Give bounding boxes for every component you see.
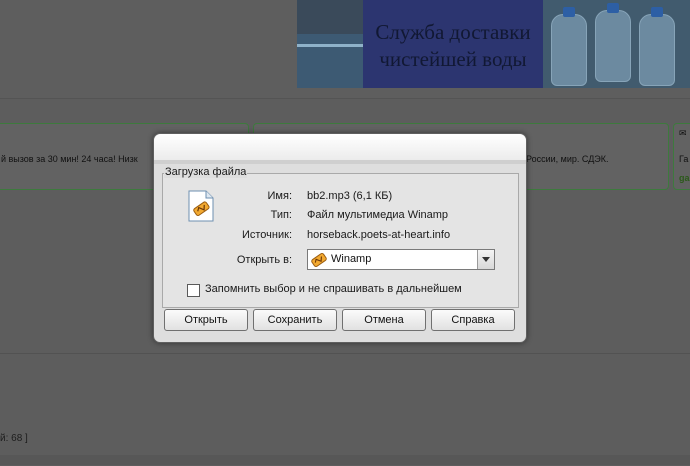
banner-text-box: Служба доставки чистейшей воды bbox=[363, 0, 543, 88]
ad-box-middle-text: России, мир. СДЭК. bbox=[526, 154, 609, 164]
file-type-label: Тип: bbox=[270, 209, 292, 221]
dialog-title: Загрузка файла bbox=[164, 166, 248, 178]
file-source-label: Источник: bbox=[241, 229, 292, 241]
file-source-value: horseback.poets-at-heart.info bbox=[307, 229, 451, 241]
page-footer-area bbox=[0, 353, 690, 466]
open-in-label: Открыть в: bbox=[236, 254, 292, 266]
winamp-icon bbox=[311, 252, 327, 268]
ad-box-left-text: й вызов за 30 мин! 24 часа! Низк bbox=[1, 154, 138, 164]
water-bottle-image bbox=[595, 3, 631, 82]
water-bottle-image bbox=[639, 7, 675, 86]
chevron-down-icon[interactable] bbox=[477, 250, 494, 269]
banner-line-2: чистейшей воды bbox=[379, 47, 527, 71]
ad-box-right-link[interactable]: ga bbox=[679, 173, 690, 183]
banner-water-image bbox=[297, 34, 367, 88]
water-delivery-banner[interactable]: Служба доставки чистейшей воды bbox=[297, 0, 690, 88]
file-name-value: bb2.mp3 (6,1 КБ) bbox=[307, 190, 393, 202]
dialog-title-stripe bbox=[154, 160, 526, 164]
remember-choice-label[interactable]: Запомнить выбор и не спрашивать в дальне… bbox=[205, 283, 462, 295]
open-button[interactable]: Открыть bbox=[164, 309, 248, 331]
page-counter-text: й: 68 ] bbox=[0, 433, 28, 444]
water-bottle-image bbox=[551, 7, 587, 86]
file-name-label: Имя: bbox=[267, 190, 292, 202]
open-in-select-value: Winamp bbox=[331, 253, 372, 265]
ad-box-right-text: Га bbox=[679, 154, 689, 164]
page-bottom-strip bbox=[0, 455, 690, 465]
banner-line-1: Служба доставки bbox=[375, 20, 531, 44]
ad-box-right[interactable]: ✉ Га ga bbox=[673, 123, 690, 190]
cancel-button[interactable]: Отмена bbox=[342, 309, 426, 331]
file-type-value: Файл мультимедиа Winamp bbox=[307, 209, 449, 221]
save-button[interactable]: Сохранить bbox=[253, 309, 337, 331]
banner-bottles-image bbox=[543, 0, 690, 88]
remember-choice-checkbox[interactable] bbox=[187, 284, 200, 297]
ad-box-right-icon: ✉ bbox=[679, 128, 687, 138]
open-in-select[interactable]: Winamp bbox=[307, 249, 495, 270]
file-download-dialog: Загрузка файла Имя: bb2.mp3 (6,1 КБ) Тип… bbox=[153, 133, 527, 343]
dialog-titlebar[interactable] bbox=[154, 134, 526, 160]
help-button[interactable]: Справка bbox=[431, 309, 515, 331]
